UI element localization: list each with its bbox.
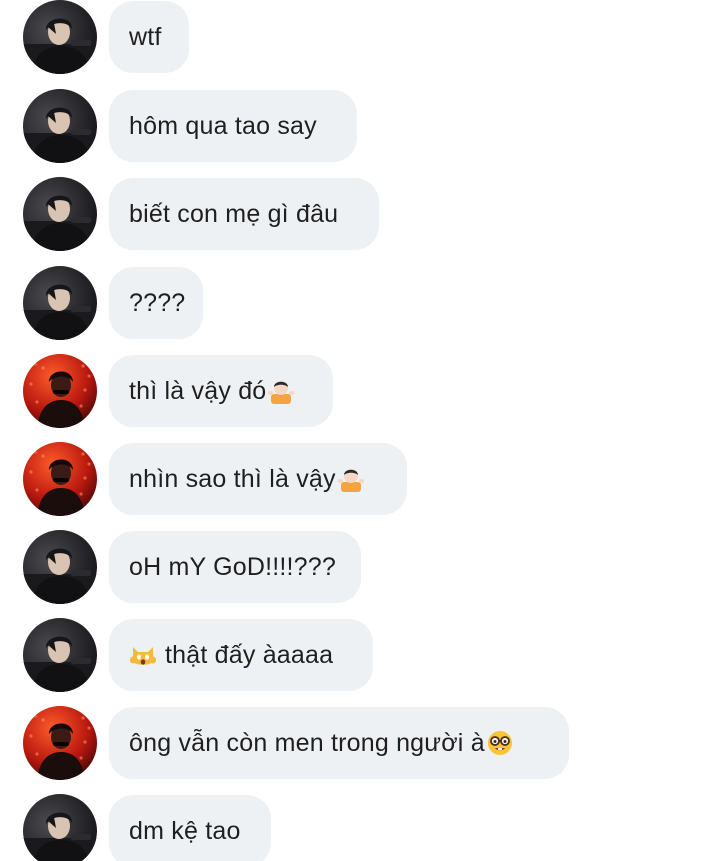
message-text: thật đấy àaaaa [165,640,334,669]
avatar-dark-photo [23,177,97,251]
avatar-dark-photo [23,794,97,861]
message-row: thì là vậy đó [0,354,720,429]
message-bubble[interactable]: oH mY GoD!!!!??? [109,531,361,603]
avatar-dark-photo [23,89,97,163]
avatar[interactable] [23,354,97,428]
avatar-dark-photo [23,618,97,692]
avatar[interactable] [23,0,97,74]
avatar-dark-photo [23,266,97,340]
avatar[interactable] [23,706,97,780]
message-bubble[interactable]: wtf [109,1,189,73]
avatar-dark-photo [23,530,97,604]
message-bubble[interactable]: biết con mẹ gì đâu [109,178,379,250]
message-bubble[interactable]: ông vẫn còn men trong người à [109,707,569,779]
avatar-dark-photo [23,0,97,74]
message-row: ???? [0,266,720,341]
message-text: thì là vậy đó [129,376,267,405]
message-bubble[interactable]: hôm qua tao say [109,90,357,162]
message-text: nhìn sao thì là vậy [129,464,336,493]
avatar[interactable] [23,266,97,340]
avatar[interactable] [23,530,97,604]
message-row: biết con mẹ gì đâu [0,177,720,252]
message-text: ông vẫn còn men trong người à [129,728,485,757]
avatar[interactable] [23,89,97,163]
avatar-red-photo [23,706,97,780]
message-text: wtf [129,22,162,51]
avatar-red-photo [23,354,97,428]
chat-thread: wtf hôm qua tao say biết con mẹ gì đâu ?… [0,0,720,861]
avatar[interactable] [23,442,97,516]
message-row: oH mY GoD!!!!??? [0,530,720,605]
avatar[interactable] [23,177,97,251]
message-row: dm kệ tao [0,794,720,861]
message-bubble[interactable]: thì là vậy đó [109,355,333,427]
message-text: oH mY GoD!!!!??? [129,552,336,581]
message-row: ông vẫn còn men trong người à [0,706,720,781]
message-text: dm kệ tao [129,816,241,845]
message-text: biết con mẹ gì đâu [129,199,339,228]
message-bubble[interactable]: dm kệ tao [109,795,271,861]
nerd-face-icon [486,729,514,757]
avatar[interactable] [23,794,97,861]
person-shrugging-icon [337,465,365,493]
message-row: hôm qua tao say [0,89,720,164]
weary-cat-icon [129,641,157,669]
message-bubble[interactable]: nhìn sao thì là vậy [109,443,407,515]
avatar[interactable] [23,618,97,692]
person-shrugging-icon [267,377,295,405]
message-bubble[interactable]: thật đấy àaaaa [109,619,373,691]
message-row: wtf [0,0,720,75]
message-row: nhìn sao thì là vậy [0,442,720,517]
message-text: hôm qua tao say [129,111,317,140]
avatar-red-photo [23,442,97,516]
message-bubble[interactable]: ???? [109,267,203,339]
message-row: thật đấy àaaaa [0,618,720,693]
message-text: ???? [129,288,186,317]
